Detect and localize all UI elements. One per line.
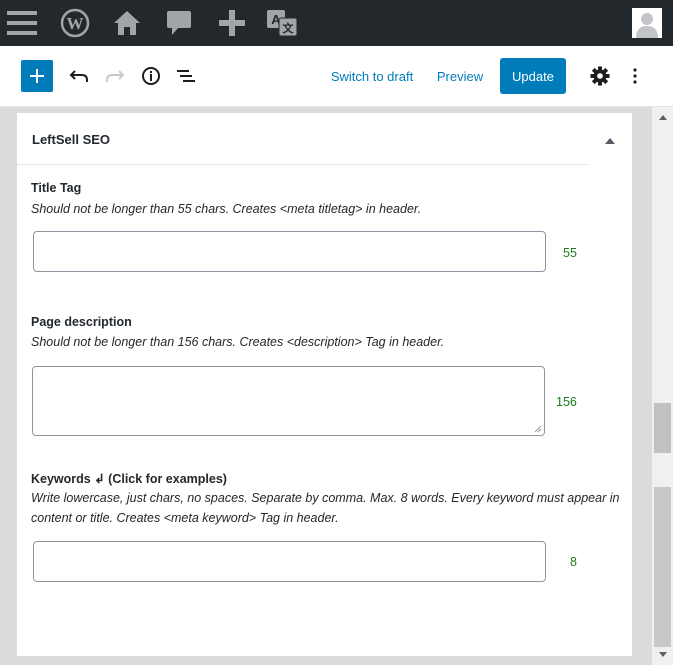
title-tag-label: Title Tag [31, 181, 82, 195]
keywords-word-counter: 8 [570, 555, 577, 569]
title-tag-help: Should not be longer than 55 chars. Crea… [31, 202, 422, 216]
switch-to-draft-button[interactable]: Switch to draft [326, 60, 418, 92]
more-options-button[interactable] [624, 60, 646, 92]
list-view-icon [177, 70, 195, 82]
undo-icon [69, 70, 88, 82]
scrollbar-track-segment[interactable] [654, 487, 671, 647]
update-button[interactable]: Update [500, 58, 566, 94]
translate-icon[interactable]: A文 [265, 6, 299, 40]
resize-grip-icon[interactable] [533, 424, 542, 433]
plus-icon [30, 69, 44, 83]
svg-text:文: 文 [283, 21, 295, 35]
editor-toolbar: Switch to draft Preview Update [0, 46, 673, 107]
info-button[interactable] [138, 60, 164, 92]
scrollbar[interactable] [651, 107, 673, 665]
info-icon [142, 67, 160, 85]
page-description-help: Should not be longer than 156 chars. Cre… [31, 335, 445, 349]
scroll-down-arrow-icon[interactable] [652, 647, 673, 663]
redo-button[interactable] [102, 60, 128, 92]
undo-button[interactable] [66, 60, 92, 92]
page-description-textarea[interactable] [32, 366, 545, 436]
wordpress-logo-icon[interactable]: W [59, 6, 91, 40]
preview-button[interactable]: Preview [433, 60, 487, 92]
keywords-label[interactable]: Keywords ↲ (Click for examples) [31, 471, 227, 486]
menu-icon[interactable] [6, 6, 38, 40]
page-description-char-counter: 156 [556, 395, 577, 409]
svg-text:W: W [67, 14, 84, 33]
triangle-up-icon [605, 137, 615, 144]
more-vertical-icon [633, 68, 637, 84]
admin-bar: W A文 [0, 0, 673, 46]
keywords-help-line1: Write lowercase, just chars, no spaces. … [31, 491, 620, 505]
add-new-icon[interactable] [216, 6, 248, 40]
title-tag-char-counter: 55 [563, 246, 577, 260]
comment-icon[interactable] [163, 6, 195, 40]
avatar[interactable] [632, 8, 662, 38]
settings-button[interactable] [587, 60, 613, 92]
panel-title: LeftSell SEO [32, 132, 111, 147]
home-icon[interactable] [111, 6, 143, 40]
keywords-input[interactable] [33, 541, 546, 582]
collapse-panel-button[interactable] [603, 133, 617, 147]
add-block-button[interactable] [21, 60, 53, 92]
keywords-help-line2: content or title. Creates <meta keyword>… [31, 511, 339, 525]
leftsell-seo-panel: LeftSell SEO Title Tag Should not be lon… [17, 113, 632, 656]
page-description-label: Page description [31, 315, 132, 329]
block-navigation-button[interactable] [173, 60, 199, 92]
gear-icon [590, 66, 610, 86]
scroll-up-arrow-icon[interactable] [652, 109, 673, 125]
panel-header[interactable]: LeftSell SEO [17, 113, 589, 165]
redo-icon [106, 70, 125, 82]
title-tag-input[interactable] [33, 231, 546, 272]
scrollbar-thumb[interactable] [654, 403, 671, 453]
